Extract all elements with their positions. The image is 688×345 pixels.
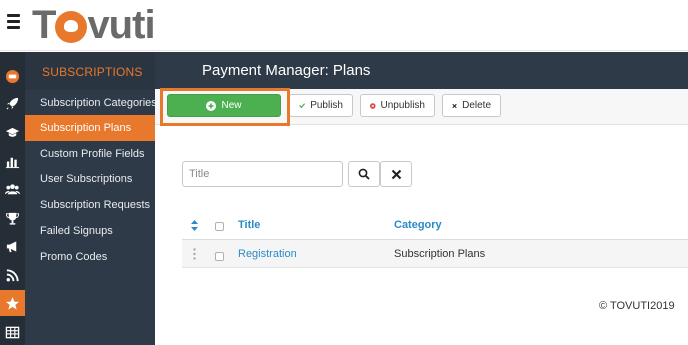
sidebar-item-promo-codes[interactable]: Promo Codes (25, 244, 155, 270)
graduation-cap-icon[interactable] (0, 119, 25, 145)
sidebar-item-user-subscriptions[interactable]: User Subscriptions (25, 166, 155, 192)
publish-button[interactable]: Publish (289, 94, 353, 117)
rocket-icon[interactable] (0, 90, 25, 116)
drag-handle-icon[interactable] (193, 248, 196, 260)
close-icon (391, 169, 401, 179)
search-input[interactable] (182, 161, 343, 187)
select-all-checkbox[interactable] (215, 222, 224, 231)
delete-button[interactable]: Delete (442, 94, 501, 117)
sidebar-item-failed-signups[interactable]: Failed Signups (25, 218, 155, 244)
row-checkbox[interactable] (215, 252, 224, 261)
close-icon (452, 103, 457, 108)
megaphone-icon[interactable] (0, 233, 25, 259)
trophy-icon[interactable] (0, 205, 25, 231)
sidebar-item-subscription-categories[interactable]: Subscription Categories (25, 90, 157, 116)
unpublish-button-label: Unpublish (380, 100, 425, 111)
page-header: Payment Manager: Plans (155, 52, 688, 89)
plan-category: Subscription Plans (394, 248, 486, 260)
sidebar-item-subscription-requests[interactable]: Subscription Requests (25, 192, 155, 218)
x-circle-icon (370, 102, 376, 109)
bar-chart-icon[interactable] (0, 148, 25, 174)
table-header: Title Category (182, 212, 688, 240)
clear-search-button[interactable] (380, 161, 412, 187)
search-icon (358, 168, 370, 180)
icon-rail (0, 52, 25, 345)
table-icon[interactable] (0, 319, 25, 345)
sidebar-heading: SUBSCRIPTIONS (25, 52, 155, 90)
tovuti-badge-icon[interactable] (0, 63, 25, 89)
sort-icon[interactable] (191, 220, 198, 231)
sidebar-item-custom-profile-fields[interactable]: Custom Profile Fields (25, 141, 155, 167)
new-button-highlight (160, 88, 290, 126)
elephant-logo-icon (55, 11, 88, 43)
publish-button-label: Publish (310, 100, 343, 111)
unpublish-button[interactable]: Unpublish (360, 94, 435, 117)
sidebar: SUBSCRIPTIONS Subscription Categories Su… (25, 52, 157, 345)
users-icon[interactable] (0, 176, 25, 202)
tovuti-logo[interactable]: Tvuti (32, 4, 156, 46)
page-title: Payment Manager: Plans (202, 62, 371, 79)
top-bar: Tvuti (0, 0, 688, 51)
delete-button-label: Delete (462, 100, 491, 111)
rss-icon[interactable] (0, 262, 25, 288)
footer-copyright: © TOVUTI2019 (599, 300, 675, 312)
star-icon[interactable] (0, 290, 25, 316)
column-header-title[interactable]: Title (238, 219, 260, 231)
check-icon (299, 103, 306, 109)
column-header-category[interactable]: Category (394, 219, 442, 231)
plan-title-link[interactable]: Registration (238, 248, 297, 260)
search-button[interactable] (348, 161, 380, 187)
hamburger-menu-icon[interactable] (7, 14, 20, 32)
table-row: Registration Subscription Plans (182, 240, 688, 268)
sidebar-item-subscription-plans[interactable]: Subscription Plans (25, 115, 155, 141)
